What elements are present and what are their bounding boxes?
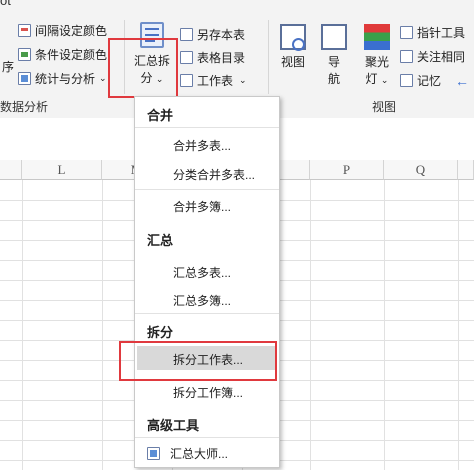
condition-color-label: 条件设定颜色 xyxy=(35,48,108,62)
watch-same-icon xyxy=(400,50,413,63)
group-separator xyxy=(268,20,269,94)
worksheet-icon xyxy=(180,74,193,87)
pointer-tool-button[interactable]: 指针工具 xyxy=(400,24,465,41)
menu-item-summary-books[interactable]: 汇总多簿... xyxy=(173,292,231,309)
spotlight-icon xyxy=(364,24,390,50)
worksheet-label: 工作表 xyxy=(197,74,234,88)
grid-line xyxy=(22,180,23,470)
column-header-Q[interactable]: Q xyxy=(384,160,458,180)
pointer-tool-label: 指针工具 xyxy=(417,26,466,40)
summary-master-label: 汇总大师... xyxy=(170,447,229,461)
menu-divider xyxy=(135,189,279,190)
menu-header-split: 拆分 xyxy=(147,325,174,340)
highlight-box-split-sheet xyxy=(119,341,277,381)
pointer-tool-icon xyxy=(400,26,413,39)
view-group-label: 视图 xyxy=(372,100,397,114)
chevron-down-icon: ⌄ xyxy=(99,73,107,83)
spotlight-label-2: 灯 xyxy=(365,72,378,86)
grid-line xyxy=(458,180,459,470)
data-analysis-group-label: 数据分析 xyxy=(0,100,49,114)
title-fragment: ot xyxy=(0,0,11,8)
interval-color-button[interactable]: 间隔设定颜色 xyxy=(18,22,107,39)
highlight-box-huizong xyxy=(108,38,178,98)
interval-color-label: 间隔设定颜色 xyxy=(35,24,108,38)
summary-master-icon xyxy=(147,447,160,460)
memory-label: 记忆 xyxy=(417,74,442,88)
spotlight-button[interactable]: 聚光 灯 ⌄ xyxy=(359,24,395,87)
grid-view-icon xyxy=(280,24,306,51)
worksheet-button[interactable]: 工作表 ⌄ xyxy=(180,72,247,89)
huizong-split-menu: 合并 合并多表... 分类合并多表... 合并多簿... 汇总 汇总多表... … xyxy=(134,96,280,468)
grid-line xyxy=(102,180,103,470)
left-cut-glyph: 序 xyxy=(2,60,15,74)
column-header-L[interactable]: L xyxy=(22,160,102,180)
watch-same-label: 关注相同 xyxy=(417,50,466,64)
watch-same-button[interactable]: 关注相同 xyxy=(400,48,465,65)
chevron-down-icon: ⌄ xyxy=(239,75,247,85)
menu-divider xyxy=(135,313,279,314)
table-index-label: 表格目录 xyxy=(197,51,246,65)
menu-divider xyxy=(135,437,279,438)
column-header-next[interactable] xyxy=(458,160,474,180)
table-index-button[interactable]: 表格目录 xyxy=(180,49,245,66)
menu-item-summary-sheets[interactable]: 汇总多表... xyxy=(173,264,231,281)
condition-color-button[interactable]: 条件设定颜色 xyxy=(18,46,107,63)
interval-color-icon xyxy=(18,24,31,37)
memory-icon xyxy=(400,74,413,87)
table-index-icon xyxy=(180,51,193,64)
navigate-label-2: 航 xyxy=(327,72,340,86)
stats-analysis-label: 统计与分析 xyxy=(35,72,96,86)
memory-button[interactable]: 记忆 ← xyxy=(400,72,469,89)
navigate-button[interactable]: 导 航 xyxy=(318,24,350,87)
spotlight-line2: 灯 ⌄ xyxy=(359,70,395,87)
spotlight-label-1: 聚光 xyxy=(364,55,389,69)
navigate-label-1: 导 xyxy=(327,55,340,69)
view-button[interactable]: 视图 xyxy=(277,24,309,70)
save-sheet-icon xyxy=(180,28,193,41)
menu-item-summary-master[interactable]: 汇总大师... xyxy=(147,445,228,462)
menu-header-advanced: 高级工具 xyxy=(147,418,200,433)
menu-header-summary: 汇总 xyxy=(147,233,174,248)
condition-color-icon xyxy=(18,48,31,61)
arrow-left-icon[interactable]: ← xyxy=(455,73,469,89)
grid-line xyxy=(310,180,311,470)
stats-analysis-button[interactable]: 统计与分析 ⌄ xyxy=(18,70,107,87)
column-header-stub xyxy=(0,160,22,180)
menu-item-category-merge[interactable]: 分类合并多表... xyxy=(173,166,255,183)
stats-icon xyxy=(18,72,31,85)
menu-header-merge: 合并 xyxy=(147,108,174,123)
save-sheet-button[interactable]: 另存本表 xyxy=(180,26,245,43)
column-header-P[interactable]: P xyxy=(310,160,384,180)
menu-item-split-book[interactable]: 拆分工作簿... xyxy=(173,384,243,401)
chevron-down-icon: ⌄ xyxy=(380,75,389,85)
menu-divider xyxy=(135,127,279,128)
navigation-pane-icon xyxy=(321,24,347,50)
save-sheet-label: 另存本表 xyxy=(197,28,246,42)
grid-line xyxy=(384,180,385,470)
menu-item-merge-books[interactable]: 合并多簿... xyxy=(173,198,231,215)
menu-item-merge-sheets[interactable]: 合并多表... xyxy=(173,137,231,154)
view-button-label: 视图 xyxy=(280,55,305,69)
